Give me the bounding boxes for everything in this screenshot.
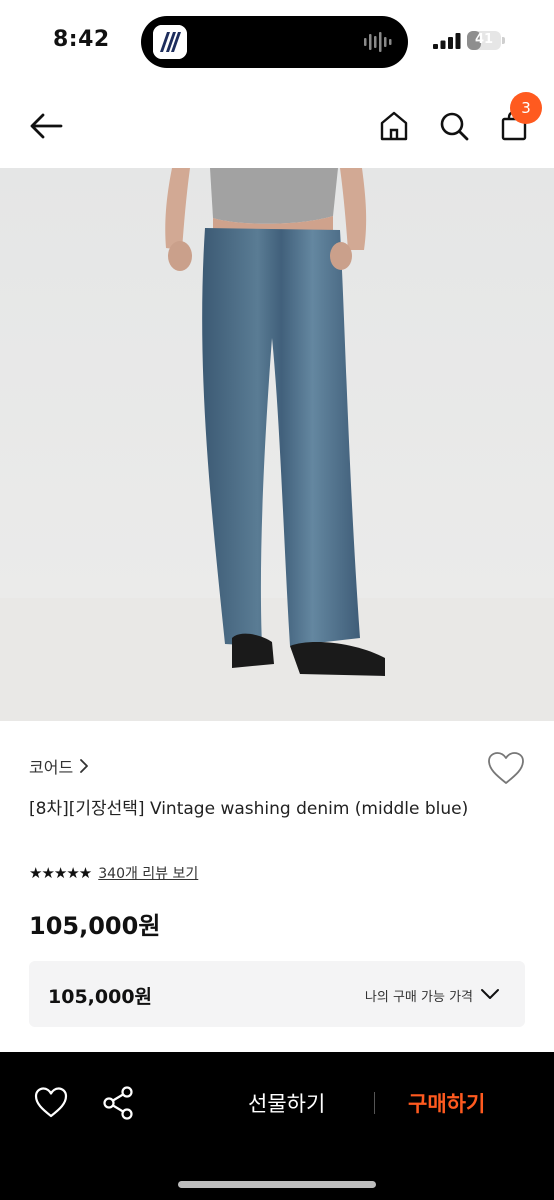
app-logo-icon <box>153 25 187 59</box>
bottom-wishlist-button[interactable] <box>33 1085 69 1121</box>
battery-percent: 41 <box>474 32 494 47</box>
cellular-signal-icon <box>433 33 461 49</box>
purchase-price-label: 나의 구매 가능 가격 <box>364 990 473 1005</box>
product-photo <box>0 168 554 721</box>
back-button[interactable] <box>26 106 66 146</box>
top-navigation <box>0 84 554 168</box>
heart-icon <box>488 752 524 784</box>
home-icon <box>380 111 408 141</box>
cart-count-badge: 3 <box>510 92 542 124</box>
rating-row: ★★★★★ 340개 리뷰 보기 <box>29 863 198 883</box>
chevron-down-icon <box>481 989 499 999</box>
dynamic-island <box>141 16 408 68</box>
home-button[interactable] <box>374 106 414 146</box>
home-indicator[interactable] <box>178 1181 376 1188</box>
battery-cap <box>502 37 505 44</box>
back-arrow-icon <box>30 113 63 139</box>
bottom-action-bar: 선물하기 구매하기 <box>0 1052 554 1200</box>
wishlist-button[interactable] <box>486 750 526 788</box>
review-link[interactable]: 340개 리뷰 보기 <box>98 863 198 883</box>
bottom-divider <box>374 1092 375 1114</box>
share-button[interactable] <box>101 1085 137 1121</box>
purchase-price: 105,000원 <box>48 986 153 1008</box>
gift-button[interactable]: 선물하기 <box>248 1088 325 1118</box>
product-image[interactable] <box>0 168 554 721</box>
status-bar: 8:42 41 <box>0 0 554 84</box>
share-icon <box>103 1086 133 1120</box>
chevron-right-icon <box>80 759 89 773</box>
brand-link[interactable]: 코어드 <box>29 754 89 778</box>
brand-name: 코어드 <box>29 758 74 777</box>
battery-indicator: 41 <box>467 31 501 50</box>
rating-stars: ★★★★★ <box>29 864 92 882</box>
buy-button[interactable]: 구매하기 <box>408 1088 485 1118</box>
product-price: 105,000원 <box>29 912 161 940</box>
purchase-price-box[interactable]: 105,000원 나의 구매 가능 가격 <box>29 961 525 1027</box>
search-button[interactable] <box>434 106 474 146</box>
audio-wave-icon <box>364 32 392 52</box>
search-icon <box>440 112 469 141</box>
status-time: 8:42 <box>53 27 110 52</box>
heart-icon <box>34 1087 68 1118</box>
product-title: [8차][기장선택] Vintage washing denim (middle… <box>29 799 469 819</box>
